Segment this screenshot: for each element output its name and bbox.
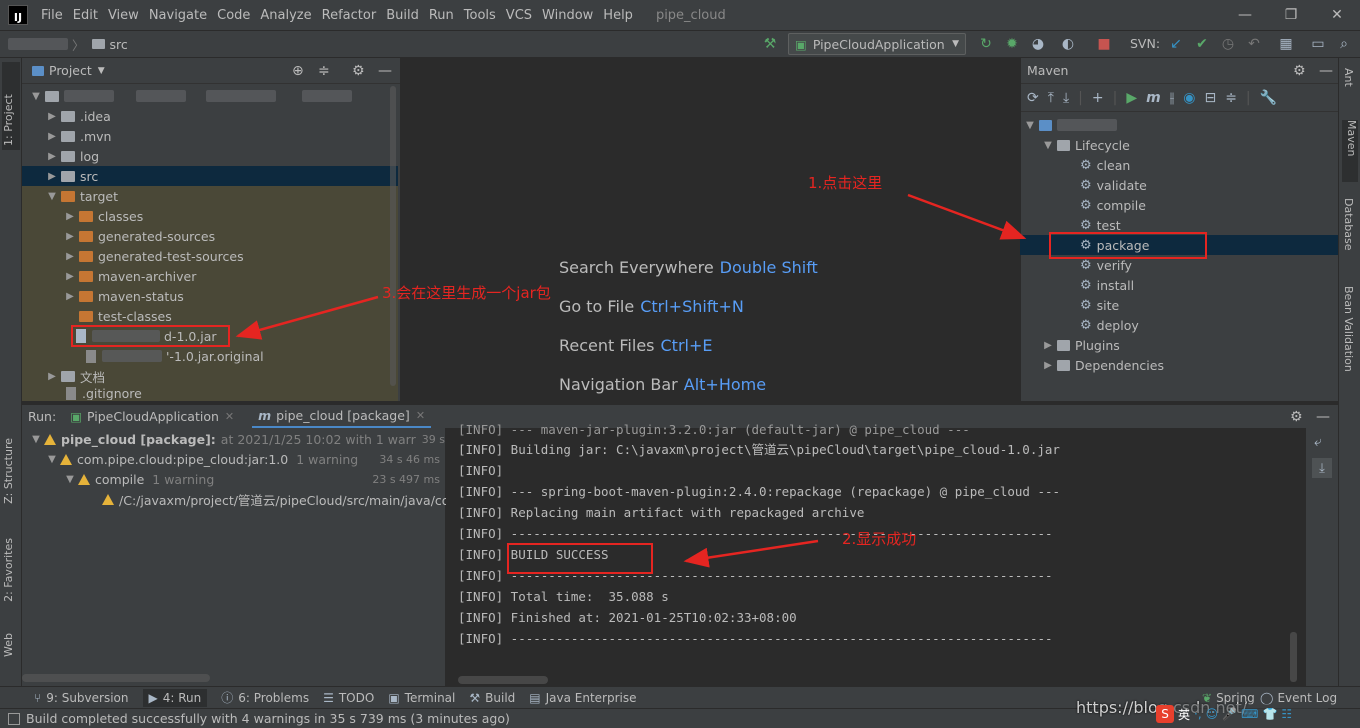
arrow-to-build-success [683,539,819,568]
annotation-arrows [235,193,1027,568]
arrow-to-jar [235,295,379,340]
arrow-to-package [907,193,1027,240]
